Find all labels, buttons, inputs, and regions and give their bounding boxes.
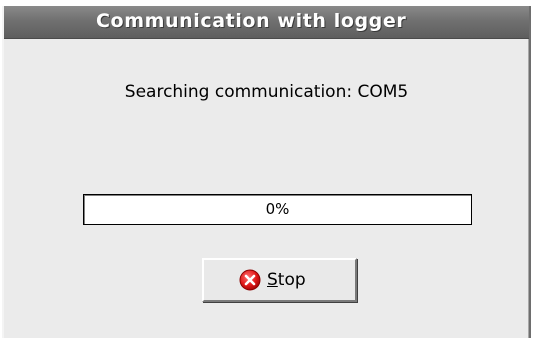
progress-label: 0% bbox=[265, 200, 290, 218]
stop-label-rest: top bbox=[277, 270, 306, 290]
window-title: Communication with logger bbox=[96, 10, 407, 32]
stop-button-label: Stop bbox=[267, 270, 306, 290]
status-message: Searching communication: COM5 bbox=[124, 82, 409, 102]
stop-icon bbox=[239, 269, 261, 291]
progress-bar: 0% bbox=[83, 194, 472, 225]
dialog-window: Communication with logger Searching comm… bbox=[2, 6, 531, 338]
title-bar[interactable]: Communication with logger bbox=[4, 6, 529, 39]
stop-button[interactable]: Stop bbox=[202, 258, 357, 302]
stop-mnemonic: S bbox=[267, 270, 278, 290]
